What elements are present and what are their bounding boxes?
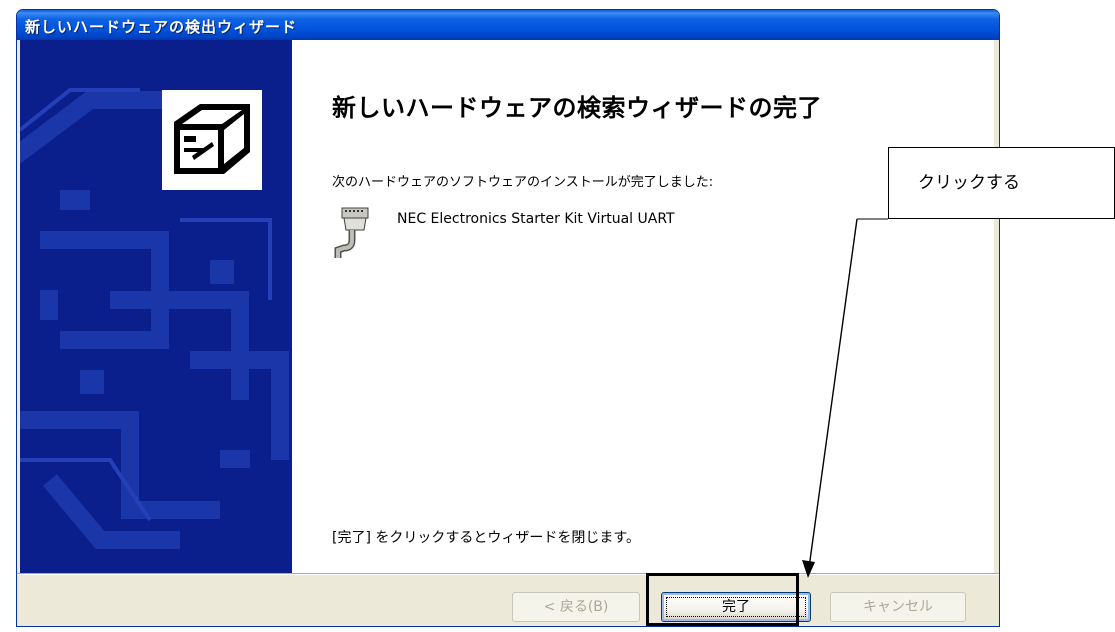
callout-arrow <box>802 218 888 578</box>
callout-text: クリックする <box>918 173 1020 193</box>
arrow-head-icon <box>802 560 815 578</box>
annotation-callout: クリックする <box>888 147 1115 219</box>
